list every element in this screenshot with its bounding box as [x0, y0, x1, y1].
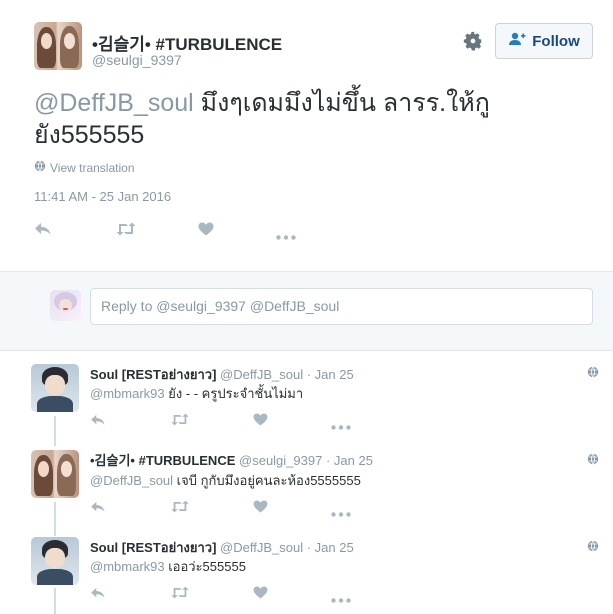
- author-avatar[interactable]: [34, 22, 82, 70]
- thread-line: [54, 502, 56, 536]
- gear-icon[interactable]: [462, 30, 484, 52]
- like-icon[interactable]: [198, 222, 214, 241]
- thread-line: [54, 588, 56, 614]
- reply-author-handle[interactable]: @seulgi_9397: [239, 453, 322, 468]
- reply-date[interactable]: · Jan 25: [307, 367, 354, 382]
- current-user-avatar: [50, 290, 81, 321]
- follow-user-icon: [508, 32, 526, 50]
- author-handle[interactable]: @seulgi_9397: [92, 52, 182, 68]
- reply-header: Soul [RESTอย่างยาว] @DeffJB_soul · Jan 2…: [90, 537, 354, 558]
- follow-button[interactable]: Follow: [495, 23, 593, 59]
- like-icon[interactable]: [253, 586, 268, 604]
- like-icon[interactable]: [253, 413, 268, 431]
- tweet-timestamp[interactable]: 11:41 AM - 25 Jan 2016: [34, 189, 171, 204]
- reply-mention-link[interactable]: @mbmark93: [90, 559, 165, 574]
- reply-author-name[interactable]: Soul [RESTอย่างยาว]: [90, 540, 216, 555]
- more-icon[interactable]: [276, 227, 296, 245]
- reply-date[interactable]: · Jan 25: [307, 540, 354, 555]
- tweet-text-line2: ยัง555555: [34, 121, 145, 149]
- divider: [0, 350, 613, 351]
- retweet-icon[interactable]: [170, 500, 190, 518]
- reply-icon[interactable]: [90, 500, 106, 518]
- more-icon[interactable]: [331, 417, 351, 435]
- globe-icon: [587, 452, 599, 470]
- reply-author-handle[interactable]: @DeffJB_soul: [220, 540, 303, 555]
- globe-icon: [34, 160, 46, 175]
- reply-input[interactable]: Reply to @seulgi_9397 @DeffJB_soul: [90, 288, 593, 325]
- like-icon[interactable]: [253, 500, 268, 518]
- reply-mention-link[interactable]: @mbmark93: [90, 386, 165, 401]
- tweet-text-line1: มึงๆเดมมึงไม่ขึ้น ลารร.ให้กู: [193, 89, 490, 117]
- reply-author-handle[interactable]: @DeffJB_soul: [220, 367, 303, 382]
- reply-text: @DeffJB_soul เจบี กูกับมึงอยู่คนละห้อง55…: [90, 470, 361, 491]
- thread-line: [54, 416, 56, 446]
- view-translation-label: View translation: [50, 160, 135, 175]
- reply-avatar[interactable]: [31, 450, 79, 498]
- reply-author-name[interactable]: •김슬기• #TURBULENCE: [90, 453, 235, 468]
- reply-author-name[interactable]: Soul [RESTอย่างยาว]: [90, 367, 216, 382]
- reply-avatar[interactable]: [31, 364, 79, 412]
- reply-icon[interactable]: [90, 413, 106, 431]
- reply-header: Soul [RESTอย่างยาว] @DeffJB_soul · Jan 2…: [90, 364, 354, 385]
- reply-avatar[interactable]: [31, 537, 79, 585]
- reply-date[interactable]: · Jan 25: [326, 453, 373, 468]
- more-icon[interactable]: [331, 504, 351, 522]
- reply-body: ยัง - - ครูประจำชั้นไม่มา: [164, 386, 304, 401]
- retweet-icon[interactable]: [170, 413, 190, 431]
- reply-body: เออว่ะ555555: [164, 559, 246, 574]
- reply-text: @mbmark93 เออว่ะ555555: [90, 556, 246, 577]
- more-icon[interactable]: [331, 590, 351, 608]
- globe-icon: [587, 365, 599, 383]
- reply-icon[interactable]: [90, 586, 106, 604]
- reply-header: •김슬기• #TURBULENCE @seulgi_9397 · Jan 25: [90, 450, 373, 469]
- retweet-icon[interactable]: [115, 222, 137, 241]
- retweet-icon[interactable]: [170, 586, 190, 604]
- view-translation-link[interactable]: View translation: [34, 160, 135, 175]
- tweet-text: @DeffJB_soul มึงๆเดมมึงไม่ขึ้น ลารร.ให้ก…: [34, 87, 594, 151]
- globe-icon: [587, 539, 599, 557]
- tweet-mention-link[interactable]: @DeffJB_soul: [34, 89, 194, 117]
- reply-mention-link[interactable]: @DeffJB_soul: [90, 473, 173, 488]
- reply-icon[interactable]: [34, 222, 52, 241]
- follow-label: Follow: [532, 32, 580, 50]
- reply-body: เจบี กูกับมึงอยู่คนละห้อง5555555: [173, 473, 361, 488]
- reply-text: @mbmark93 ยัง - - ครูประจำชั้นไม่มา: [90, 383, 303, 404]
